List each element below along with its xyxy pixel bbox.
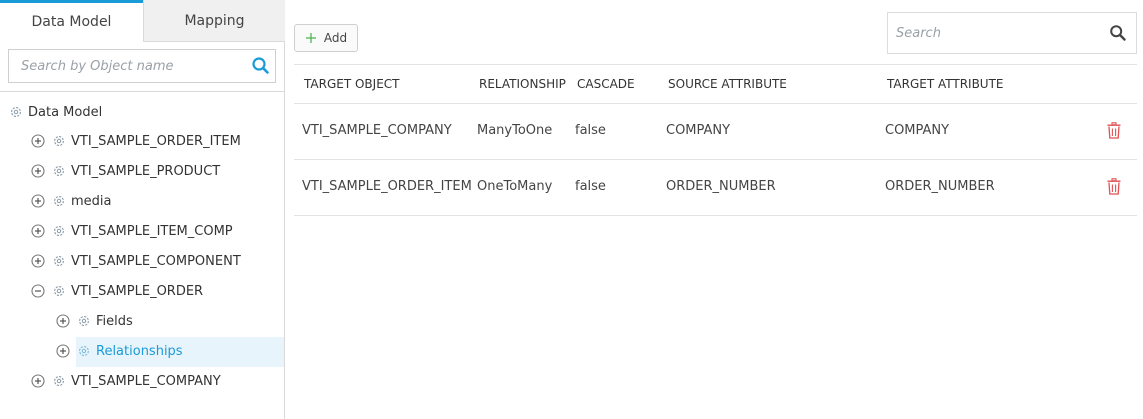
relationship-search-box — [887, 12, 1137, 54]
tree-item-label: VTI_SAMPLE_ORDER — [71, 283, 204, 299]
table-top-border — [294, 64, 1137, 65]
tree-item-vti-sample-product[interactable]: VTI_SAMPLE_PRODUCT — [31, 156, 220, 186]
add-button-label: Add — [323, 31, 348, 45]
cell-cascade: false — [575, 179, 606, 194]
column-header-source-attribute[interactable]: SOURCE ATTRIBUTE — [668, 77, 787, 91]
gear-icon — [9, 105, 23, 119]
tree-item-label: Data Model — [28, 104, 103, 120]
add-button[interactable]: Add — [294, 24, 358, 52]
plus-circle-icon[interactable] — [31, 374, 45, 388]
tree-item-label: VTI_SAMPLE_ITEM_COMP — [71, 223, 233, 239]
tree-item-label: media — [71, 193, 112, 209]
minus-circle-icon[interactable] — [31, 284, 45, 298]
plus-circle-icon[interactable] — [31, 194, 45, 208]
trash-icon[interactable] — [1106, 122, 1122, 139]
gear-icon — [52, 284, 66, 298]
object-search-box — [8, 49, 276, 83]
table-header-border — [294, 103, 1137, 104]
tree-item-fields[interactable]: Fields — [56, 306, 133, 336]
plus-circle-icon[interactable] — [31, 224, 45, 238]
panel-tabs: Data Model Mapping — [0, 0, 285, 42]
tree-item-label: VTI_SAMPLE_COMPONENT — [71, 253, 241, 269]
gear-icon — [52, 134, 66, 148]
cell-target-attribute: COMPANY — [885, 123, 950, 138]
object-search-input[interactable] — [9, 50, 245, 82]
tree-root-data-model[interactable]: Data Model — [9, 97, 102, 127]
column-header-relationship[interactable]: RELATIONSHIP — [479, 77, 566, 91]
tree-item-label: Relationships — [96, 343, 183, 359]
data-model-panel: Data Model Mapping Data Model VTI_SAMPLE… — [0, 0, 285, 419]
cell-target-object: VTI_SAMPLE_ORDER_ITEM — [302, 179, 472, 194]
column-header-target-attribute[interactable]: TARGET ATTRIBUTE — [887, 77, 1004, 91]
gear-icon — [52, 254, 66, 268]
tab-data-model[interactable]: Data Model — [0, 0, 143, 42]
cell-source-attribute: COMPANY — [666, 123, 731, 138]
tab-mapping[interactable]: Mapping — [143, 0, 285, 42]
tree-item-vti-sample-component[interactable]: VTI_SAMPLE_COMPONENT — [31, 246, 241, 276]
gear-icon — [52, 194, 66, 208]
tree-item-vti-sample-order[interactable]: VTI_SAMPLE_ORDER — [31, 276, 203, 306]
gear-icon — [52, 374, 66, 388]
tree-item-media[interactable]: media — [31, 186, 112, 216]
tree-item-label: VTI_SAMPLE_PRODUCT — [71, 163, 221, 179]
cell-relationship: OneToMany — [477, 179, 553, 194]
tree-item-vti-sample-item-comp[interactable]: VTI_SAMPLE_ITEM_COMP — [31, 216, 233, 246]
column-header-cascade[interactable]: CASCADE — [577, 77, 635, 91]
table-row-border — [294, 159, 1137, 160]
tree-item-label: Fields — [96, 313, 133, 329]
plus-circle-icon[interactable] — [31, 254, 45, 268]
gear-icon — [77, 344, 91, 358]
gear-icon — [52, 164, 66, 178]
cell-source-attribute: ORDER_NUMBER — [666, 179, 776, 194]
divider — [0, 91, 285, 92]
search-icon[interactable] — [1109, 24, 1127, 42]
trash-icon[interactable] — [1106, 178, 1122, 195]
cell-target-object: VTI_SAMPLE_COMPANY — [302, 123, 452, 138]
tree-item-label: VTI_SAMPLE_COMPANY — [71, 373, 221, 389]
column-header-target-object[interactable]: TARGET OBJECT — [304, 77, 399, 91]
gear-icon — [77, 314, 91, 328]
search-icon[interactable] — [251, 56, 271, 76]
plus-icon — [305, 33, 316, 43]
cell-target-attribute: ORDER_NUMBER — [885, 179, 995, 194]
plus-circle-icon[interactable] — [56, 314, 70, 328]
cell-relationship: ManyToOne — [477, 123, 553, 138]
relationship-search-input[interactable] — [888, 13, 1098, 53]
tree-item-vti-sample-order-item[interactable]: VTI_SAMPLE_ORDER_ITEM — [31, 126, 241, 156]
table-row-border — [294, 215, 1137, 216]
tree-item-vti-sample-company[interactable]: VTI_SAMPLE_COMPANY — [31, 366, 221, 396]
cell-cascade: false — [575, 123, 606, 138]
tree-item-relationships[interactable]: Relationships — [56, 336, 183, 366]
plus-circle-icon[interactable] — [31, 164, 45, 178]
plus-circle-icon[interactable] — [31, 134, 45, 148]
gear-icon — [52, 224, 66, 238]
tree-item-label: VTI_SAMPLE_ORDER_ITEM — [71, 133, 241, 149]
plus-circle-icon[interactable] — [56, 344, 70, 358]
